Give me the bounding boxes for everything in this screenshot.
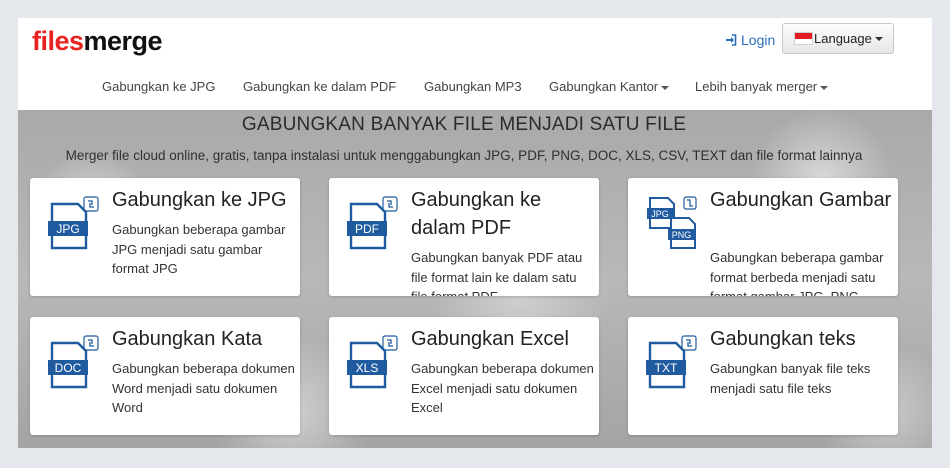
icon-label-secondary: PNG xyxy=(672,230,692,240)
card-title: Gabungkan ke JPG xyxy=(112,189,287,211)
icon-label: PDF xyxy=(355,222,379,236)
hero-title: GABUNGKAN BANYAK FILE MENJADI SATU FILE xyxy=(241,114,687,135)
logo-files: files xyxy=(32,26,84,56)
caret-down-icon xyxy=(661,85,670,90)
card-title: Gabungkan Gambar xyxy=(710,189,892,211)
card-title: Gabungkan teks xyxy=(710,328,856,350)
nav-item-merge-mp3[interactable]: Gabungkan MP3 xyxy=(424,79,522,94)
nav-item-merge-office[interactable]: Gabungkan Kantor xyxy=(549,79,670,94)
card-merge-word[interactable]: DOC Gabungkan Kata Gabungkan beberapa do… xyxy=(30,317,300,435)
logo-merge: merge xyxy=(83,26,163,56)
card-description: Gabungkan banyak file teks menjadi satu … xyxy=(710,361,871,396)
logo[interactable]: filesmerge xyxy=(32,24,163,58)
card-merge-text[interactable]: TXT Gabungkan teks Gabungkan banyak file… xyxy=(628,317,898,435)
card-merge-jpg[interactable]: JPG Gabungkan ke JPG Gabungkan beberapa … xyxy=(30,178,300,296)
txt-file-icon: TXT xyxy=(646,335,697,389)
nav-item-merge-pdf[interactable]: Gabungkan ke dalam PDF xyxy=(243,79,396,94)
sign-in-icon xyxy=(726,34,737,46)
card-description: Gabungkan banyak PDF atau file format la… xyxy=(411,250,583,296)
card-title: Gabungkan Excel xyxy=(411,328,569,350)
card-description: Gabungkan beberapa gambar JPG menjadi sa… xyxy=(112,222,286,276)
nav-item-more-mergers[interactable]: Lebih banyak merger xyxy=(695,79,829,94)
card-description: Gabungkan beberapa dokumen Word menjadi … xyxy=(112,361,295,415)
icon-label: XLS xyxy=(356,361,379,375)
card-merge-pdf[interactable]: PDF Gabungkan ke dalam PDF Gabungkan ban… xyxy=(329,178,599,296)
jpg-file-icon: JPG xyxy=(48,196,99,250)
indonesia-flag-icon xyxy=(794,32,813,45)
language-dropdown[interactable]: Language xyxy=(782,23,894,54)
nav-item-label: Gabungkan Kantor xyxy=(549,79,659,94)
nav-item-label: Gabungkan ke JPG xyxy=(102,79,216,94)
pdf-file-icon: PDF xyxy=(347,196,398,250)
login-link[interactable]: Login xyxy=(725,32,775,48)
icon-label: JPG xyxy=(651,209,669,219)
icon-label: DOC xyxy=(55,361,82,375)
card-description: Gabungkan beberapa gambar format berbeda… xyxy=(710,250,884,296)
icon-label: JPG xyxy=(56,222,79,236)
page-frame: filesmerge Login Language Gabungkan ke J… xyxy=(18,18,932,448)
login-label: Login xyxy=(741,32,776,48)
doc-file-icon: DOC xyxy=(48,335,99,389)
caret-down-icon xyxy=(874,36,883,41)
card-title: Gabungkan Kata xyxy=(112,328,263,350)
xls-file-icon: XLS xyxy=(347,335,398,389)
nav-item-label: Gabungkan MP3 xyxy=(424,79,522,94)
caret-down-icon xyxy=(820,85,829,90)
jpg-png-file-icon: JPG PNG xyxy=(647,196,697,249)
hero-subtitle: Merger file cloud online, gratis, tanpa … xyxy=(65,148,863,163)
language-label: Language xyxy=(814,31,872,46)
nav-item-label: Gabungkan ke dalam PDF xyxy=(243,79,397,94)
main-nav: Gabungkan ke JPG Gabungkan ke dalam PDF … xyxy=(18,75,932,109)
icon-label: TXT xyxy=(655,361,678,375)
nav-item-label: Lebih banyak merger xyxy=(695,79,818,94)
card-title: Gabungkan ke dalam PDF xyxy=(411,189,542,239)
card-merge-images[interactable]: JPG PNG Gabungkan Gambar Gabungkan beber… xyxy=(628,178,898,296)
card-merge-excel[interactable]: XLS Gabungkan Excel Gabungkan beberapa d… xyxy=(329,317,599,435)
card-description: Gabungkan beberapa dokumen Excel menjadi… xyxy=(411,361,594,415)
nav-item-merge-jpg[interactable]: Gabungkan ke JPG xyxy=(102,79,215,94)
top-header: filesmerge Login Language Gabungkan ke J… xyxy=(18,18,932,110)
hero-section: GABUNGKAN BANYAK FILE MENJADI SATU FILE … xyxy=(18,110,932,448)
